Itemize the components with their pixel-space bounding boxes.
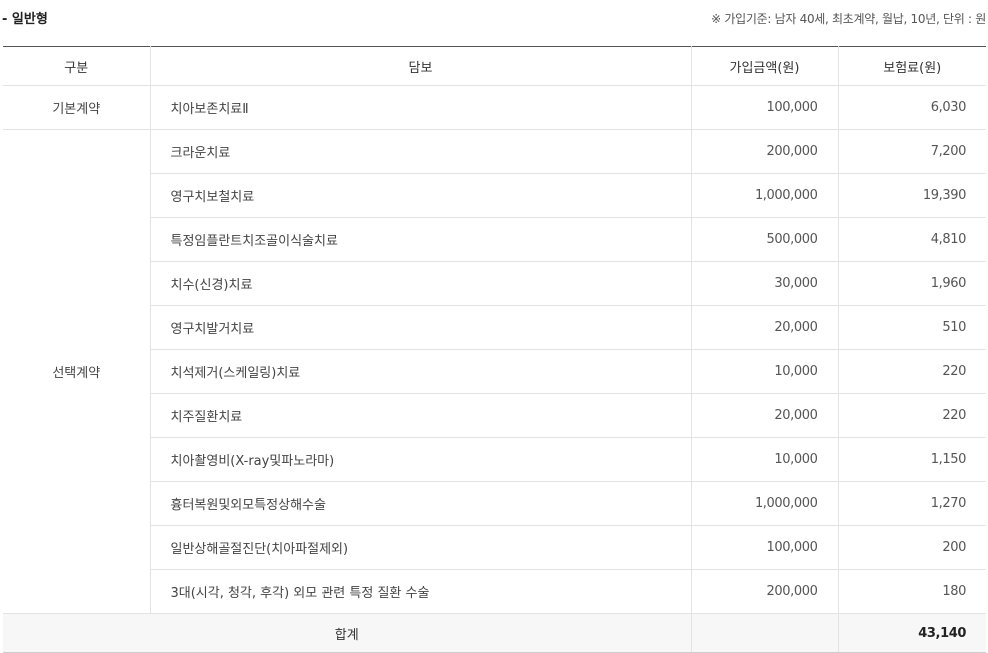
- table-row: 3대(시각, 청각, 후각) 외모 관련 특정 질환 수술 200,000 180: [3, 569, 986, 614]
- coverage-name: 흉터복원및외모특정상해수술: [149, 481, 691, 526]
- coverage-amount: 10,000: [690, 437, 838, 482]
- coverage-name: 크라운치료: [149, 129, 691, 174]
- coverage-amount: 100,000: [690, 525, 838, 570]
- table-row: 치주질환치료 20,000 220: [3, 393, 986, 438]
- table-row: 영구치보철치료 1,000,000 19,390: [3, 173, 986, 218]
- category-basic: 기본계약: [3, 85, 150, 130]
- coverage-premium: 1,960: [837, 261, 986, 306]
- total-row: 합계 43,140: [3, 613, 986, 653]
- coverage-amount: 20,000: [690, 393, 838, 438]
- header-amount: 가입금액(원): [690, 46, 838, 86]
- coverage-name: 영구치발거치료: [149, 305, 691, 350]
- coverage-name: 치수(신경)치료: [149, 261, 691, 306]
- coverage-amount: 1,000,000: [690, 173, 838, 218]
- table-header-row: 구분 담보 가입금액(원) 보험료(원): [3, 46, 986, 86]
- total-label: 합계: [3, 613, 691, 653]
- coverage-amount: 1,000,000: [690, 481, 838, 526]
- premium-table: 구분 담보 가입금액(원) 보험료(원) 기본계약 치아보존치료Ⅱ 100,00…: [3, 46, 986, 653]
- coverage-amount: 200,000: [690, 569, 838, 614]
- coverage-name: 특정임플란트치조골이식술치료: [149, 217, 691, 262]
- coverage-premium: 1,270: [837, 481, 986, 526]
- coverage-premium: 180: [837, 569, 986, 614]
- coverage-name: 치아촬영비(X-ray및파노라마): [149, 437, 691, 482]
- header-category: 구분: [3, 46, 150, 86]
- table-row: 기본계약 치아보존치료Ⅱ 100,000 6,030: [3, 85, 986, 130]
- coverage-premium: 7,200: [837, 129, 986, 174]
- coverage-name: 일반상해골절진단(치아파절제외): [149, 525, 691, 570]
- coverage-premium: 19,390: [837, 173, 986, 218]
- coverage-amount: 10,000: [690, 349, 838, 394]
- table-row: 흉터복원및외모특정상해수술 1,000,000 1,270: [3, 481, 986, 526]
- coverage-amount: 100,000: [690, 85, 838, 130]
- table-row: 선택계약 크라운치료 200,000 7,200: [3, 129, 986, 614]
- coverage-amount: 500,000: [690, 217, 838, 262]
- table-row: 영구치발거치료 20,000 510: [3, 305, 986, 350]
- table-row: 치석제거(스케일링)치료 10,000 220: [3, 349, 986, 394]
- table-row: 일반상해골절진단(치아파절제외) 100,000 200: [3, 525, 986, 570]
- coverage-amount: 20,000: [690, 305, 838, 350]
- coverage-premium: 510: [837, 305, 986, 350]
- section-title: - 일반형: [2, 12, 48, 27]
- category-optional: 선택계약: [3, 129, 150, 614]
- coverage-amount: 200,000: [690, 129, 838, 174]
- total-premium: 43,140: [837, 613, 986, 653]
- coverage-name: 영구치보철치료: [149, 173, 691, 218]
- table-row: 특정임플란트치조골이식술치료 500,000 4,810: [3, 217, 986, 262]
- table-row: 치수(신경)치료 30,000 1,960: [3, 261, 986, 306]
- coverage-name: 치주질환치료: [149, 393, 691, 438]
- header-premium: 보험료(원): [837, 46, 986, 86]
- coverage-premium: 220: [837, 393, 986, 438]
- coverage-premium: 4,810: [837, 217, 986, 262]
- coverage-premium: 200: [837, 525, 986, 570]
- total-amount-empty: [690, 613, 838, 653]
- coverage-amount: 30,000: [690, 261, 838, 306]
- coverage-premium: 6,030: [837, 85, 986, 130]
- coverage-name: 치석제거(스케일링)치료: [149, 349, 691, 394]
- table-row: 치아촬영비(X-ray및파노라마) 10,000 1,150: [3, 437, 986, 482]
- coverage-name: 3대(시각, 청각, 후각) 외모 관련 특정 질환 수술: [149, 569, 691, 614]
- coverage-premium: 220: [837, 349, 986, 394]
- coverage-premium: 1,150: [837, 437, 986, 482]
- header-coverage: 담보: [149, 46, 691, 86]
- coverage-name: 치아보존치료Ⅱ: [149, 85, 691, 130]
- basis-note: ※ 가입기준: 남자 40세, 최초계약, 월납, 10년, 단위 : 원: [711, 12, 986, 26]
